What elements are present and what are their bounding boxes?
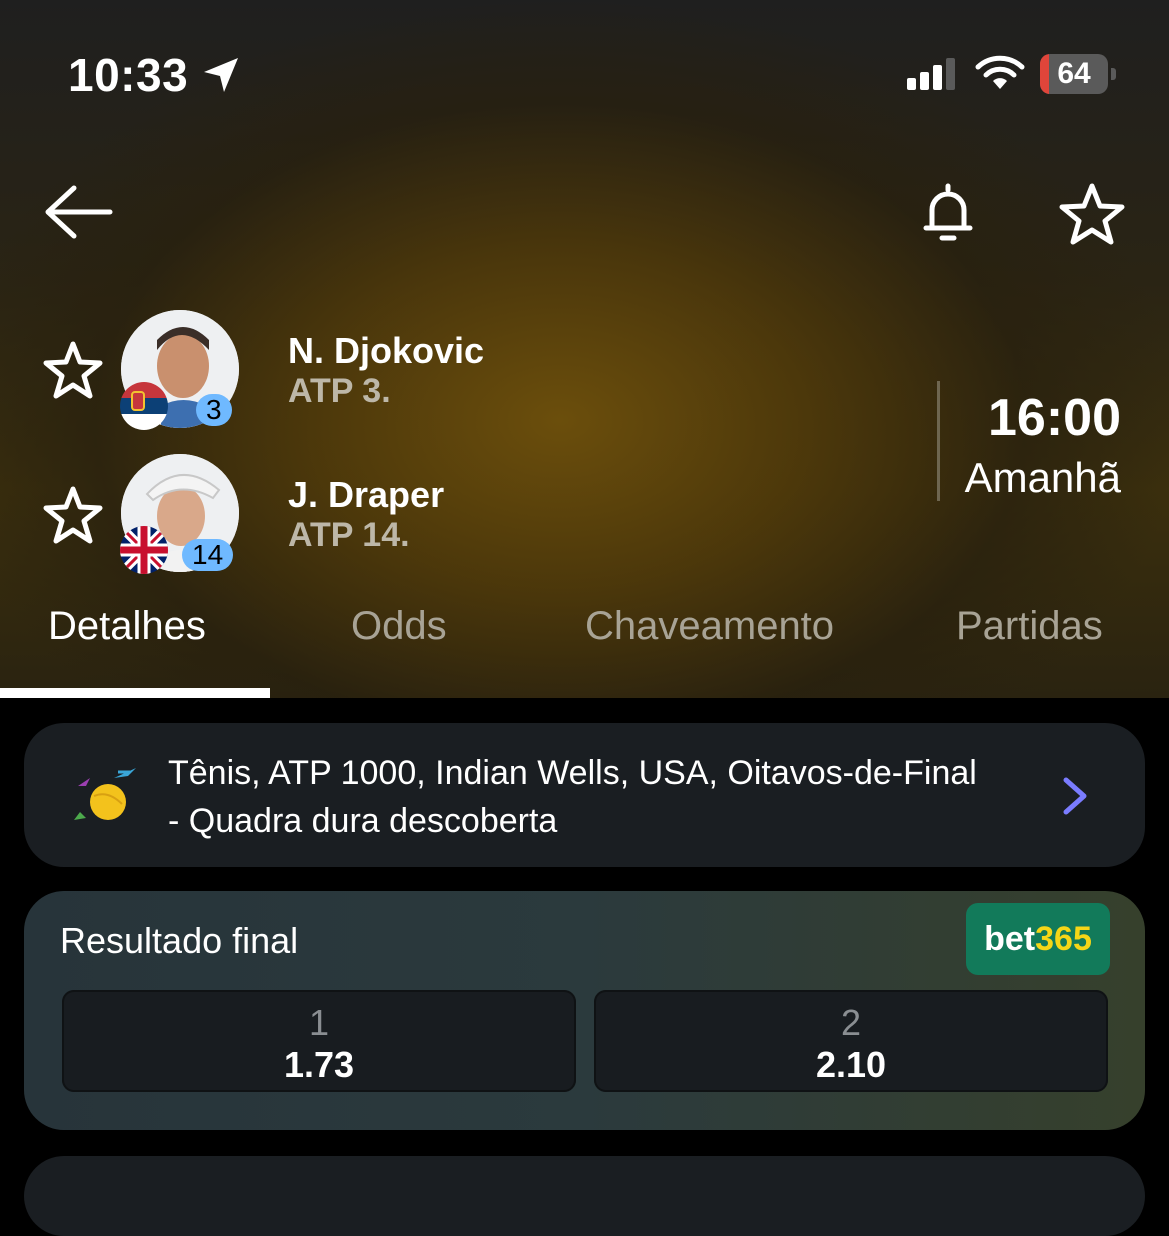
tab-detalhes[interactable]: Detalhes [48,604,206,649]
wifi-icon [975,55,1025,89]
tournament-info: Tênis, ATP 1000, Indian Wells, USA, Oita… [168,749,1028,845]
tab-partidas[interactable]: Partidas [956,604,1103,649]
odd-home-value: 1.73 [283,1044,355,1085]
tournament-line-1: Tênis, ATP 1000, Indian Wells, USA, Oita… [168,754,977,792]
odds-title: Resultado final [60,920,299,961]
next-card [24,1156,1145,1236]
location-arrow-icon [204,58,238,92]
serbia-flag-icon [120,382,168,430]
tab-odds[interactable]: Odds [351,604,447,649]
status-time: 10:33 [68,49,189,101]
player-1-rank: ATP 3. [288,372,391,410]
signal-icon [907,58,955,90]
bet365-logo-text-a: bet [984,920,1036,958]
bell-icon[interactable] [918,180,978,248]
favorite-star-icon[interactable] [1058,182,1126,246]
player-2-name[interactable]: J. Draper [288,474,444,516]
player-2-rank: ATP 14. [288,516,410,554]
match-time-divider [937,381,940,501]
match-day: Amanhã [964,454,1121,501]
odd-away-label: 2 [840,1002,862,1043]
bet365-logo[interactable]: bet365 [966,903,1110,975]
odd-button-home[interactable]: 1 1.73 [62,990,576,1092]
player-1-favorite-star-icon[interactable] [42,340,104,400]
indian-wells-logo-icon [74,768,136,820]
chevron-right-icon[interactable] [1060,776,1090,816]
back-arrow-icon[interactable] [40,180,116,244]
player-1-name[interactable]: N. Djokovic [288,330,484,372]
tab-chaveamento[interactable]: Chaveamento [585,604,834,649]
player-2-favorite-star-icon[interactable] [42,485,104,545]
match-start-time: 16:00 [988,389,1121,447]
odd-home-label: 1 [308,1002,330,1043]
bet365-logo-text-b: 365 [1035,920,1092,958]
odd-button-away[interactable]: 2 2.10 [594,990,1108,1092]
odd-away-value: 2.10 [815,1044,887,1085]
player-1-rank-badge: 3 [196,394,232,426]
player-2-rank-badge: 14 [182,539,234,571]
tournament-line-2: - Quadra dura descoberta [168,802,558,840]
battery-level: 64 [1057,57,1091,90]
uk-flag-icon [120,526,168,574]
active-tab-indicator [0,688,270,698]
battery-icon: 64 [1040,54,1118,94]
